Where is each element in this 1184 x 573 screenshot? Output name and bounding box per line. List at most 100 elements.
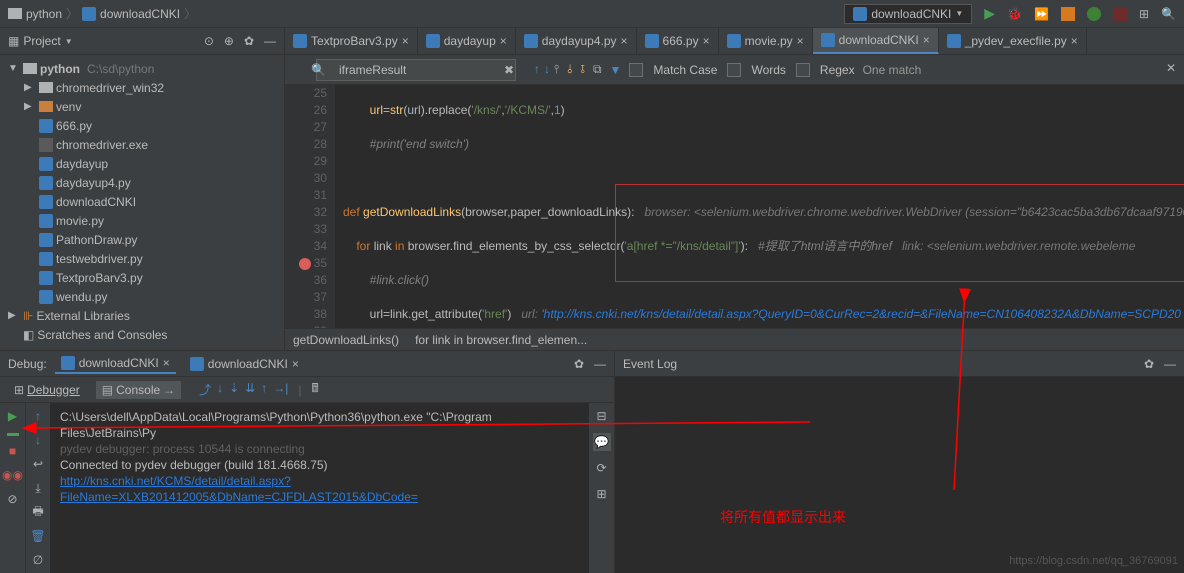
tree-scratches[interactable]: ◧ Scratches and Consoles	[0, 325, 284, 344]
hide-btn-icon[interactable]: ⊟	[593, 407, 611, 425]
close-icon[interactable]: ×	[500, 34, 507, 48]
close-icon[interactable]: ×	[797, 34, 804, 48]
editor-tab[interactable]: _pydev_execfile.py×	[939, 28, 1087, 54]
tree-item[interactable]: chromedriver.exe	[0, 135, 284, 154]
regex-checkbox[interactable]	[796, 63, 810, 77]
profile-icon[interactable]	[1087, 7, 1101, 21]
tree-item[interactable]: daydayup4.py	[0, 173, 284, 192]
editor-tab[interactable]: TextproBarv3.py×	[285, 28, 418, 54]
step-over-icon[interactable]: ⤴	[199, 381, 211, 398]
print-icon[interactable]: 🖶	[29, 503, 47, 521]
code-editor[interactable]: url=str(url).replace('/kns/','/KCMS/',1)…	[335, 85, 1184, 328]
editor-tab[interactable]: 666.py×	[637, 28, 719, 54]
breakpoint-icon[interactable]	[299, 258, 311, 270]
filter-icon[interactable]: ▼	[610, 63, 622, 77]
clear-icon[interactable]: ✖	[504, 63, 514, 77]
tree-item[interactable]: TextproBarv3.py	[0, 268, 284, 287]
gutter-line[interactable]: 36	[285, 272, 327, 289]
locate-icon[interactable]: ⊕	[224, 34, 234, 48]
debugger-tab[interactable]: ⊞ Debugger	[8, 381, 86, 399]
up-icon[interactable]: ↑	[29, 407, 47, 425]
find-next-icon[interactable]: ↓	[544, 62, 550, 77]
find-filter-icon[interactable]: ⫯	[554, 62, 559, 77]
breadcrumb-file[interactable]: downloadCNKI	[82, 7, 180, 21]
debug-session-tab[interactable]: downloadCNKI ×	[184, 355, 305, 373]
highlight2-icon[interactable]: ⫱	[580, 62, 584, 77]
tree-item[interactable]: ▶venv	[0, 97, 284, 116]
find-input[interactable]	[316, 59, 516, 81]
rerun-icon[interactable]: ▶	[4, 407, 22, 425]
close-icon[interactable]: ×	[621, 34, 628, 48]
close-icon[interactable]: ×	[292, 357, 299, 371]
coverage-icon[interactable]	[1061, 7, 1075, 21]
tree-item[interactable]: ▶chromedriver_win32	[0, 78, 284, 97]
settings-icon[interactable]: ✿	[244, 34, 254, 48]
tree-item[interactable]: downloadCNKI	[0, 192, 284, 211]
tree-item[interactable]: daydayup	[0, 154, 284, 173]
run-configuration-selector[interactable]: downloadCNKI ▼	[844, 4, 972, 24]
tree-item[interactable]: testwebdriver.py	[0, 249, 284, 268]
close-find-icon[interactable]: ✕	[1166, 61, 1176, 75]
gutter-line[interactable]: 35	[285, 255, 327, 272]
run-to-cursor-icon[interactable]: →|	[273, 381, 288, 398]
gutter-line[interactable]: 32	[285, 204, 327, 221]
history-icon[interactable]: ⟳	[593, 459, 611, 477]
close-icon[interactable]: ×	[1071, 34, 1078, 48]
match-case-checkbox[interactable]	[629, 63, 643, 77]
resume-icon[interactable]	[7, 433, 19, 436]
debug-icon[interactable]: 🐞	[1007, 7, 1022, 21]
gutter-line[interactable]: 30	[285, 170, 327, 187]
gear-icon[interactable]: ✿	[1144, 357, 1154, 371]
gutter-line[interactable]: 25	[285, 85, 327, 102]
run-icon[interactable]: ▶	[984, 5, 995, 22]
gutter-line[interactable]: 31	[285, 187, 327, 204]
editor-tab[interactable]: movie.py×	[719, 28, 813, 54]
softwrap-icon[interactable]: ↩	[29, 455, 47, 473]
bc-function[interactable]: getDownloadLinks()	[293, 333, 399, 346]
attach-icon[interactable]: ⏩	[1034, 7, 1049, 21]
multiline-icon[interactable]: ⧉	[593, 62, 602, 77]
toggle-icon[interactable]: 💬	[593, 433, 611, 451]
gutter-line[interactable]: 29	[285, 153, 327, 170]
stop-icon[interactable]	[1113, 7, 1127, 21]
gutter-line[interactable]: 38	[285, 306, 327, 323]
step-out-icon[interactable]: ↑	[261, 381, 267, 398]
eval-expression-icon[interactable]: 🖩	[312, 379, 319, 400]
chevron-right-icon[interactable]: ▶	[8, 310, 20, 321]
gutter-line[interactable]: 28	[285, 136, 327, 153]
step-into-icon[interactable]: ↓	[217, 381, 223, 398]
close-icon[interactable]: ×	[163, 356, 170, 370]
gutter-line[interactable]: 37	[285, 289, 327, 306]
step-into-my-icon[interactable]: ⇣	[229, 381, 239, 398]
editor-tab[interactable]: daydayup×	[418, 28, 516, 54]
view-breakpoints-icon[interactable]: ◉◉	[4, 466, 22, 484]
vcs-icon[interactable]: ⊞	[1139, 7, 1149, 21]
hide-icon[interactable]: —	[594, 357, 606, 371]
force-step-icon[interactable]: ⇊	[245, 381, 255, 398]
gutter-line[interactable]: 33	[285, 221, 327, 238]
console-link[interactable]: http://kns.cnki.net/KCMS/detail/detail.a…	[60, 474, 418, 504]
hide-icon[interactable]: —	[1164, 357, 1176, 371]
words-checkbox[interactable]	[727, 63, 741, 77]
tree-item[interactable]: movie.py	[0, 211, 284, 230]
tree-item[interactable]: PathonDraw.py	[0, 230, 284, 249]
clear-icon[interactable]: 🗑	[29, 527, 47, 545]
close-icon[interactable]: ×	[923, 33, 930, 47]
tree-external-libs[interactable]: ▶ ⊪ External Libraries	[0, 306, 284, 325]
mute-breakpoints-icon[interactable]: ⊘	[4, 490, 22, 508]
editor-tab[interactable]: daydayup4.py×	[516, 28, 637, 54]
gear-icon[interactable]: ✿	[574, 357, 584, 371]
tree-item[interactable]: wendu.py	[0, 287, 284, 306]
close-icon[interactable]: ×	[703, 34, 710, 48]
gutter-line[interactable]: 34	[285, 238, 327, 255]
gutter-line[interactable]: 27	[285, 119, 327, 136]
collapse-icon[interactable]: ⊙	[204, 34, 214, 48]
gutter-line[interactable]: 26	[285, 102, 327, 119]
chevron-down-icon[interactable]: ▼	[65, 37, 73, 46]
console-output[interactable]: C:\Users\dell\AppData\Local\Programs\Pyt…	[50, 403, 589, 573]
debug-session-tab[interactable]: downloadCNKI ×	[55, 354, 176, 374]
filter-icon[interactable]: ∅	[29, 551, 47, 569]
gutter-line[interactable]: 39	[285, 323, 327, 328]
highlight-icon[interactable]: ⫰	[567, 62, 572, 77]
bc-loop[interactable]: for link in browser.find_elemen...	[415, 333, 587, 346]
